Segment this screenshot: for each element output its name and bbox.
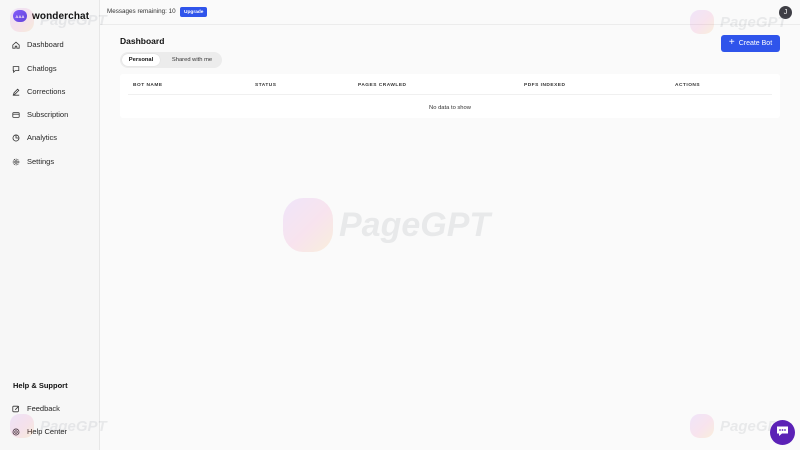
sidebar: AAA wonderchat Dashboard Chatlogs Correc…	[0, 0, 100, 450]
sidebar-item-analytics[interactable]: Analytics	[12, 133, 57, 142]
watermark-text: PageGPT	[40, 417, 107, 435]
watermark-logo-icon	[10, 8, 34, 32]
plus-icon: +	[728, 37, 735, 48]
sidebar-item-label: Chatlogs	[27, 64, 57, 73]
watermark: PageGPT	[690, 10, 787, 34]
bot-scope-tabs: Personal Shared with me	[120, 52, 222, 68]
sidebar-item-dashboard[interactable]: Dashboard	[12, 40, 64, 49]
help-support-heading: Help & Support	[13, 381, 68, 390]
tab-shared-with-me[interactable]: Shared with me	[164, 54, 220, 66]
sidebar-item-label: Dashboard	[27, 40, 64, 49]
create-bot-button[interactable]: + Create Bot	[721, 35, 780, 52]
sidebar-item-label: Subscription	[27, 110, 69, 119]
watermark-logo-icon	[283, 198, 333, 252]
watermark-text: PageGPT	[40, 11, 107, 29]
column-header-actions: ACTIONS	[675, 83, 701, 88]
watermark-logo-icon	[690, 414, 714, 438]
watermark: PageGPT	[10, 414, 107, 438]
sidebar-item-corrections[interactable]: Corrections	[12, 87, 65, 96]
chat-bubble-icon	[776, 424, 789, 442]
table-header-divider	[128, 94, 772, 95]
column-header-bot-name[interactable]: BOT NAME	[133, 83, 163, 88]
bots-table: BOT NAME STATUS PAGES CRAWLED PDFS INDEX…	[120, 74, 780, 118]
home-icon	[12, 41, 20, 49]
empty-state-message: No data to show	[429, 105, 471, 111]
sidebar-item-chatlogs[interactable]: Chatlogs	[12, 64, 57, 73]
sidebar-item-label: Feedback	[27, 404, 60, 413]
messages-remaining: Messages remaining: 10	[107, 8, 176, 15]
sidebar-item-label: Corrections	[27, 87, 66, 96]
watermark: PageGPT	[283, 198, 490, 252]
chat-bubble-icon	[12, 65, 20, 73]
watermark-logo-icon	[10, 414, 34, 438]
chat-launcher-button[interactable]	[770, 420, 795, 445]
edit-square-icon	[12, 405, 20, 413]
column-header-pdfs-indexed[interactable]: PDFS INDEXED	[524, 83, 565, 88]
sidebar-item-label: Settings	[27, 157, 55, 166]
sidebar-item-subscription[interactable]: Subscription	[12, 110, 68, 119]
gear-icon	[12, 158, 20, 166]
pie-chart-icon	[12, 134, 20, 142]
page-title: Dashboard	[120, 36, 165, 46]
watermark: PageGPT	[10, 8, 107, 32]
pencil-icon	[12, 88, 20, 96]
watermark-text: PageGPT	[339, 205, 491, 244]
sidebar-item-feedback[interactable]: Feedback	[12, 404, 60, 413]
create-bot-label: Create Bot	[738, 40, 773, 47]
sidebar-item-settings[interactable]: Settings	[12, 157, 54, 166]
column-header-pages-crawled[interactable]: PAGES CRAWLED	[358, 83, 407, 88]
upgrade-button[interactable]: Upgrade	[180, 7, 208, 17]
tab-personal[interactable]: Personal	[122, 54, 160, 66]
column-header-status[interactable]: STATUS	[255, 83, 276, 88]
sidebar-item-label: Analytics	[27, 133, 58, 142]
watermark-logo-icon	[690, 10, 714, 34]
watermark-text: PageGPT	[720, 13, 787, 31]
credit-card-icon	[12, 111, 20, 119]
